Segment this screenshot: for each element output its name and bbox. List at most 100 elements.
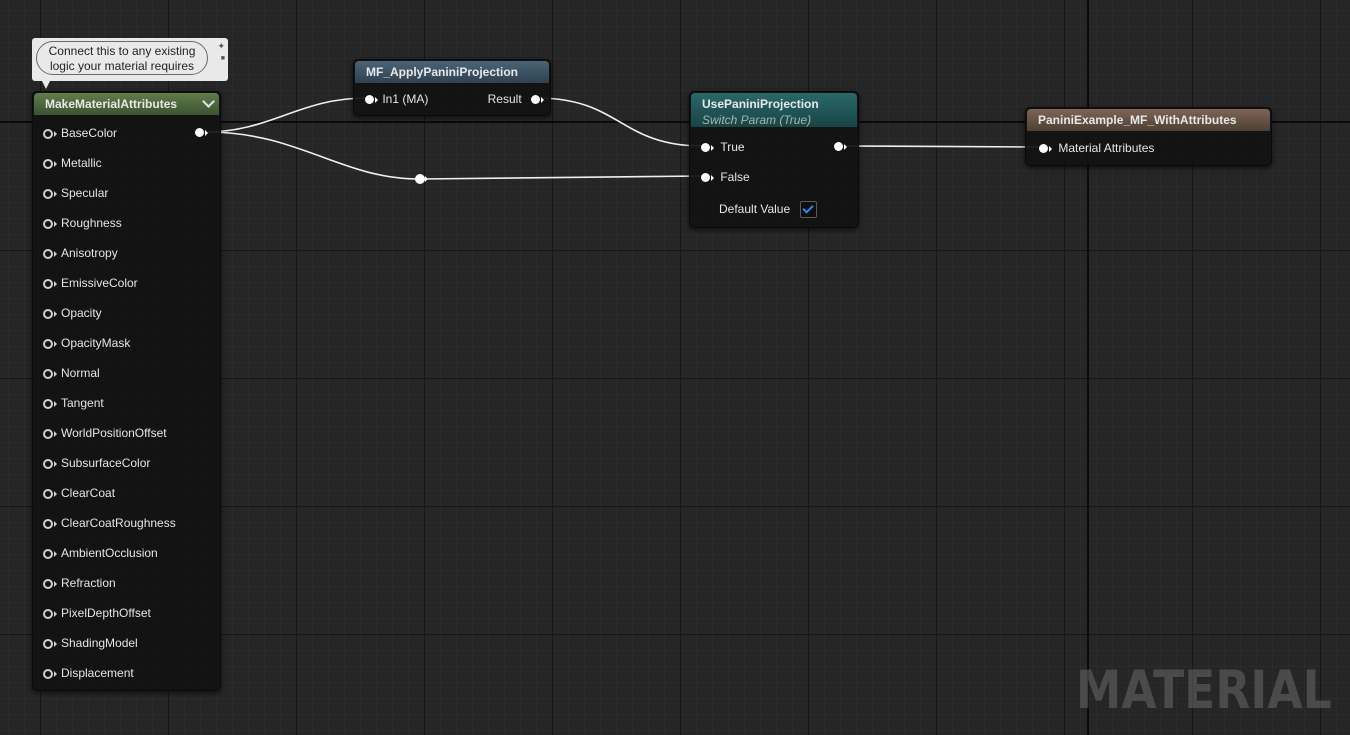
pin-label: Metallic [61, 156, 102, 170]
input-pin-roughness[interactable]: Roughness [43, 214, 122, 232]
default-value-row: Default Value [719, 200, 817, 219]
input-pin-tangent[interactable]: Tangent [43, 394, 104, 412]
node-title: UsePaniniProjection [702, 97, 819, 111]
node-title: MF_ApplyPaniniProjection [366, 65, 519, 79]
wire-basecolor-to-reroute[interactable] [205, 131, 421, 180]
input-pin-shadingmodel[interactable]: ShadingModel [43, 634, 138, 652]
input-pin-material-attributes[interactable]: Material Attributes [1039, 139, 1154, 157]
pin-label: Anisotropy [61, 246, 118, 260]
input-pin-clearcoat[interactable]: ClearCoat [43, 484, 115, 502]
pin-icon[interactable] [43, 218, 57, 229]
pin-label: ClearCoat [61, 486, 116, 500]
comment-text: Connect this to any existing logic your … [36, 41, 208, 75]
node-panini-example-result[interactable]: PaniniExample_MF_WithAttributes Material… [1025, 107, 1272, 166]
pin-label: ShadingModel [61, 636, 138, 650]
pin-icon[interactable] [43, 158, 57, 169]
input-pin-worldpositionoffset[interactable]: WorldPositionOffset [43, 424, 167, 442]
pin-icon[interactable] [43, 278, 57, 289]
wire-result-to-true[interactable] [536, 97, 703, 147]
node-mf-apply-panini-projection[interactable]: MF_ApplyPaniniProjection In1 (MA) Result [353, 59, 551, 116]
input-pin-true[interactable]: True [701, 138, 745, 156]
input-pin-clearcoatroughness[interactable]: ClearCoatRoughness [43, 514, 176, 532]
node-title: MakeMaterialAttributes [45, 97, 178, 111]
pin-label: Specular [61, 186, 109, 200]
wire-reroute-to-false[interactable] [419, 175, 703, 180]
pin-icon[interactable] [43, 398, 57, 409]
chevron-down-icon[interactable] [202, 95, 215, 108]
node-title: PaniniExample_MF_WithAttributes [1038, 113, 1237, 127]
reroute-node-arrow [425, 176, 428, 182]
input-pin-metallic[interactable]: Metallic [43, 154, 102, 172]
pin-label: PixelDepthOffset [61, 606, 151, 620]
input-pin-in1[interactable]: In1 (MA) [365, 90, 428, 108]
default-value-checkbox[interactable] [799, 201, 817, 219]
false-pin-icon[interactable] [701, 173, 714, 183]
pin-label: ClearCoatRoughness [61, 516, 176, 530]
input-pin-opacitymask[interactable]: OpacityMask [43, 334, 130, 352]
pin-icon[interactable] [43, 488, 57, 499]
comment-tail [42, 81, 50, 89]
reroute-node[interactable] [415, 174, 425, 184]
pin-label: BaseColor [61, 126, 118, 140]
basecolor-output-pin[interactable] [195, 128, 208, 137]
input-pin-normal[interactable]: Normal [43, 364, 100, 382]
comment-line-1: Connect this to any existing [48, 44, 196, 58]
pin-icon[interactable] [43, 188, 57, 199]
pin-icon[interactable] [43, 338, 57, 349]
pin-icon[interactable] [43, 248, 57, 259]
wire-switch-to-output[interactable] [844, 145, 1042, 148]
pin-icon[interactable] [43, 548, 57, 559]
node-use-panini-projection[interactable]: UsePaniniProjection Switch Param (True) … [689, 91, 859, 228]
pin-label: WorldPositionOffset [61, 426, 167, 440]
input-pin-refraction[interactable]: Refraction [43, 574, 116, 592]
result-pin-icon[interactable] [531, 95, 544, 105]
pin-label: Tangent [61, 396, 104, 410]
input-pin-subsurfacecolor[interactable]: SubsurfaceColor [43, 454, 150, 472]
pin-icon[interactable] [43, 368, 57, 379]
input-pin-opacity[interactable]: Opacity [43, 304, 102, 322]
comment-line-2: logic your material requires [49, 59, 195, 73]
pin-label: False [720, 170, 750, 184]
node-header[interactable]: UsePaniniProjection Switch Param (True) [691, 93, 857, 127]
input-pin-basecolor[interactable]: BaseColor [43, 124, 117, 142]
pin-icon[interactable] [43, 458, 57, 469]
node-subtitle: Switch Param (True) [702, 113, 812, 127]
pin-icon[interactable] [43, 308, 57, 319]
node-make-material-attributes[interactable]: MakeMaterialAttributes BaseColor Metallic… [32, 91, 221, 691]
pin-label: SubsurfaceColor [61, 456, 151, 470]
pin-label: In1 (MA) [382, 92, 429, 106]
pin-label: Result [487, 92, 522, 106]
pin-icon[interactable] [43, 518, 57, 529]
pin-icon[interactable] [43, 428, 57, 439]
material-attributes-pin-icon[interactable] [1039, 144, 1052, 154]
pin-label: True [720, 140, 745, 154]
node-header[interactable]: MakeMaterialAttributes [34, 93, 219, 115]
comment-options-icon[interactable]: ■ [221, 55, 225, 62]
input-pin-specular[interactable]: Specular [43, 184, 108, 202]
wire-basecolor-to-apply[interactable] [205, 97, 367, 133]
pin-icon[interactable] [43, 608, 57, 619]
switch-output-pin[interactable] [834, 142, 847, 151]
pin-label: Refraction [61, 576, 116, 590]
pin-label: EmissiveColor [61, 276, 138, 290]
input-pin-pixeldepthoffset[interactable]: PixelDepthOffset [43, 604, 151, 622]
input-pin-ambientocclusion[interactable]: AmbientOcclusion [43, 544, 158, 562]
in1-pin-icon[interactable] [365, 95, 378, 105]
pin-label: Opacity [61, 306, 102, 320]
true-pin-icon[interactable] [701, 143, 714, 153]
comment-bubble[interactable]: Connect this to any existing logic your … [32, 38, 228, 89]
input-pin-emissivecolor[interactable]: EmissiveColor [43, 274, 138, 292]
pin-icon[interactable] [43, 128, 57, 139]
pin-label: Roughness [61, 216, 122, 230]
output-pin-result[interactable]: Result [487, 90, 544, 108]
pin-icon[interactable] [43, 668, 57, 679]
input-pin-false[interactable]: False [701, 168, 750, 186]
node-header[interactable]: MF_ApplyPaniniProjection [355, 61, 549, 83]
pin-icon[interactable] [43, 578, 57, 589]
pin-icon[interactable] [43, 638, 57, 649]
input-pin-displacement[interactable]: Displacement [43, 664, 134, 682]
node-header[interactable]: PaniniExample_MF_WithAttributes [1027, 109, 1270, 131]
default-value-label: Default Value [719, 202, 791, 216]
input-pin-anisotropy[interactable]: Anisotropy [43, 244, 118, 262]
pin-comment-icon[interactable]: ✦ [217, 41, 225, 52]
